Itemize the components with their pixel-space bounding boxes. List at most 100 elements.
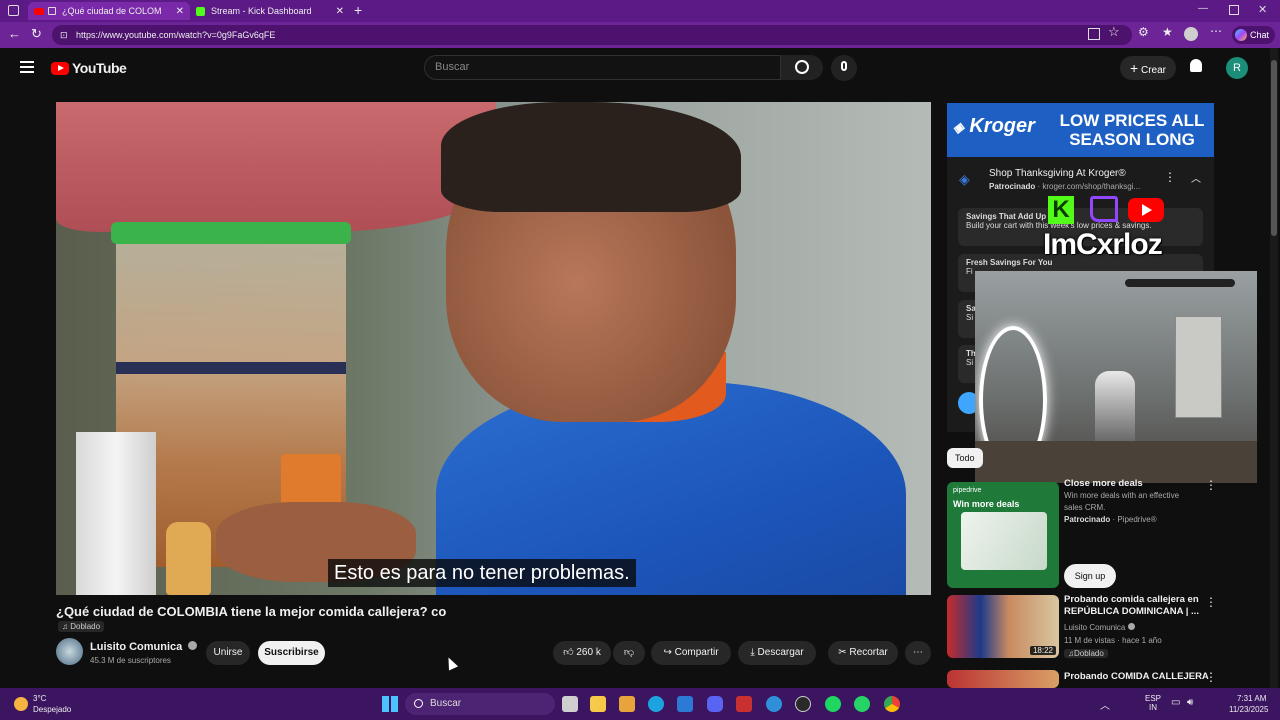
- youtube-header: YouTube Buscar + Crear R: [0, 48, 1280, 88]
- ad-title[interactable]: Shop Thanksgiving At Kroger®: [989, 168, 1126, 179]
- close-window-button[interactable]: ✕: [1258, 3, 1267, 16]
- share-button[interactable]: ↪ Compartir: [651, 641, 731, 665]
- dislike-button[interactable]: 👎︎: [613, 641, 645, 665]
- favorite-star-icon[interactable]: ☆: [1108, 24, 1120, 40]
- discord-icon[interactable]: [707, 696, 723, 712]
- related-thumbnail[interactable]: pipedrive Win more deals: [947, 482, 1059, 588]
- close-icon[interactable]: ✕: [176, 6, 184, 17]
- signup-button[interactable]: Sign up: [1064, 564, 1116, 588]
- webcam-floor: [975, 441, 1257, 483]
- time[interactable]: 7:31 AM: [1237, 694, 1266, 703]
- windows-start-icon[interactable]: [382, 696, 398, 712]
- back-arrow-icon[interactable]: ←: [8, 26, 21, 41]
- kroger-ad-banner[interactable]: ◈ Kroger LOW PRICES ALL SEASON LONG: [947, 103, 1214, 157]
- more-horizontal-icon: ⋯: [913, 647, 923, 658]
- channel-name[interactable]: Luisito Comunica: [90, 641, 198, 653]
- video-caption: Esto es para no tener problemas.: [328, 559, 636, 587]
- tab-youtube[interactable]: ¿Qué ciudad de COLOMBIA ✕: [28, 2, 190, 20]
- search-button[interactable]: [781, 55, 823, 80]
- speaker-icon[interactable]: [48, 7, 56, 15]
- window-menu-icon[interactable]: [8, 5, 19, 16]
- extensions-icon[interactable]: ⚙: [1138, 25, 1149, 39]
- filter-chip-all[interactable]: Todo: [947, 448, 983, 468]
- app-available-icon[interactable]: [1088, 28, 1100, 40]
- related-more-icon[interactable]: ⋮: [1205, 595, 1217, 609]
- create-button[interactable]: + Crear: [1120, 56, 1176, 80]
- related-badge: ♫Doblado: [1064, 649, 1108, 658]
- related-more-icon[interactable]: ⋮: [1205, 670, 1217, 684]
- channel-avatar[interactable]: [56, 638, 83, 665]
- download-button[interactable]: ⤓ Descargar: [738, 641, 816, 665]
- tray-overflow-icon[interactable]: ︿: [1100, 697, 1110, 712]
- account-avatar[interactable]: R: [1226, 57, 1248, 79]
- vscode-icon[interactable]: [766, 696, 782, 712]
- related-title[interactable]: Probando COMIDA CALLEJERA: [1064, 671, 1209, 683]
- whatsapp-icon[interactable]: [854, 696, 870, 712]
- related-sponsor: Patrocinado · Pipedrive®: [1064, 515, 1157, 524]
- scrollbar-thumb[interactable]: [1271, 60, 1277, 236]
- subscribe-button[interactable]: Suscribirse: [258, 641, 325, 665]
- more-menu-icon[interactable]: ⋯: [1210, 24, 1222, 38]
- verified-icon: [1127, 623, 1135, 630]
- obs-icon[interactable]: [795, 696, 811, 712]
- profile-avatar[interactable]: [1184, 27, 1198, 41]
- join-button[interactable]: Unirse: [206, 641, 250, 665]
- clip-button[interactable]: ✂ Recortar: [828, 641, 898, 665]
- network-icon[interactable]: ▭: [1171, 697, 1180, 708]
- related-more-icon[interactable]: ⋮: [1205, 478, 1217, 492]
- file-explorer-icon[interactable]: [590, 696, 606, 712]
- close-icon[interactable]: ✕: [336, 6, 344, 17]
- browser-tab-bar: ¿Qué ciudad de COLOMBIA ✕ Stream - Kick …: [0, 0, 1280, 22]
- maximize-button[interactable]: [1229, 5, 1239, 15]
- video-player[interactable]: [56, 102, 931, 595]
- ad-collapse-icon[interactable]: ︿: [1191, 170, 1201, 185]
- notifications-bell-icon[interactable]: [1190, 59, 1202, 72]
- dubbed-badge: ♫ Doblado: [58, 621, 105, 632]
- ad-more-icon[interactable]: ⋮: [1164, 170, 1176, 184]
- streamer-name: ImCxrloz: [1043, 228, 1163, 261]
- search-icon: [795, 60, 809, 74]
- volume-icon[interactable]: 🔊︎: [1187, 697, 1193, 708]
- video-scene-band: [116, 362, 346, 374]
- favorites-icon[interactable]: ★: [1162, 25, 1173, 39]
- weather-moon-icon[interactable]: [14, 697, 28, 711]
- related-thumbnail[interactable]: [947, 670, 1059, 688]
- youtube-play-icon: [51, 61, 69, 75]
- chrome-icon[interactable]: [884, 696, 900, 712]
- banner-headline: LOW PRICES ALL SEASON LONG: [1059, 111, 1205, 149]
- hamburger-menu-icon[interactable]: [20, 61, 34, 73]
- app-icon[interactable]: [736, 696, 752, 712]
- video-scene-lid: [111, 222, 351, 244]
- url-field[interactable]: ⊡ https://www.youtube.com/watch?v=0g9FaG…: [52, 25, 1132, 45]
- mail-icon[interactable]: [677, 696, 693, 712]
- tab-kick[interactable]: Stream - Kick Dashboard ✕: [190, 2, 350, 20]
- taskbar-search[interactable]: Buscar: [405, 693, 555, 715]
- related-channel[interactable]: Luisito Comunica: [1064, 622, 1135, 634]
- language-indicator[interactable]: ESP IN: [1145, 694, 1161, 712]
- spotify-icon[interactable]: [825, 696, 841, 712]
- store-icon[interactable]: [619, 696, 635, 712]
- related-title[interactable]: Probando comida callejera en REPÚBLICA D…: [1064, 594, 1199, 618]
- date[interactable]: 11/23/2025: [1229, 705, 1268, 714]
- thumbs-down-icon: 👎︎: [623, 647, 635, 658]
- task-view-icon[interactable]: [562, 696, 578, 712]
- related-title[interactable]: Close more deals: [1064, 478, 1143, 490]
- search-input[interactable]: Buscar: [424, 55, 781, 80]
- related-meta: 11 M de vistas · hace 1 año: [1064, 636, 1162, 645]
- new-tab-button[interactable]: +: [354, 2, 362, 18]
- video-duration: 18:22: [1029, 646, 1056, 655]
- site-info-icon[interactable]: ⊡: [60, 25, 68, 45]
- related-thumbnail[interactable]: 18:22: [947, 595, 1059, 658]
- edge-icon[interactable]: [648, 696, 664, 712]
- like-button[interactable]: 👍︎ 260 k: [553, 641, 611, 665]
- kick-logo-icon: K: [1048, 196, 1074, 224]
- windows-taskbar: [0, 688, 1280, 720]
- copilot-chat-button[interactable]: Chat: [1232, 26, 1276, 44]
- verified-icon: [188, 641, 198, 650]
- page-scrollbar[interactable]: [1270, 48, 1278, 688]
- voice-search-button[interactable]: [831, 55, 857, 81]
- minimize-button[interactable]: —: [1198, 3, 1208, 14]
- more-actions-button[interactable]: ⋯: [905, 641, 931, 665]
- youtube-logo[interactable]: YouTube: [51, 60, 127, 76]
- refresh-icon[interactable]: ↻: [31, 26, 42, 42]
